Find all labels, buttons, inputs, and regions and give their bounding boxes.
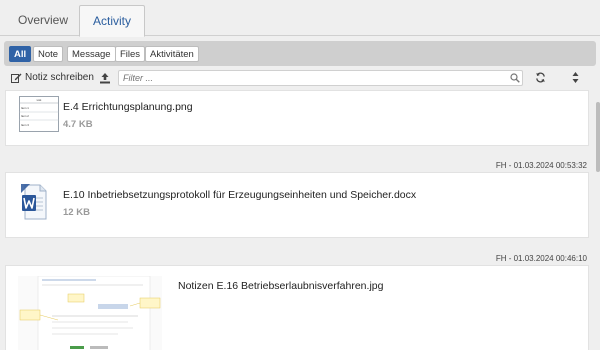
filter-files-button[interactable]: Files xyxy=(115,46,146,62)
file-size: 4.7 KB xyxy=(63,119,93,130)
image-thumbnail xyxy=(18,276,162,350)
scrollbar[interactable] xyxy=(596,90,600,350)
sort-icon[interactable] xyxy=(572,71,579,84)
write-note-label: Notiz schreiben xyxy=(25,72,94,83)
item-timestamp: FH - 01.03.2024 00:46:10 xyxy=(495,254,587,263)
filter-note-button[interactable]: Note xyxy=(33,46,64,62)
filter-activities-button[interactable]: Aktivitäten xyxy=(145,46,199,62)
word-document-icon xyxy=(21,184,47,220)
write-note-button[interactable]: Notiz schreiben xyxy=(11,72,94,83)
image-thumbnail: List Item 1 Item 2 Item 3 xyxy=(19,96,59,132)
activity-item[interactable]: List Item 1 Item 2 Item 3 E.4 Errichtung… xyxy=(5,90,589,146)
scrollbar-thumb[interactable] xyxy=(596,102,600,172)
tab-bar: Overview Activity xyxy=(0,0,600,37)
thumb-row: Item 1 xyxy=(21,106,29,110)
tab-overview[interactable]: Overview xyxy=(9,5,77,37)
file-name[interactable]: E.10 Inbetriebsetzungsprotokoll für Erze… xyxy=(63,189,416,201)
activity-item[interactable]: Notizen E.16 Betriebserlaubnisverfahren.… xyxy=(5,265,589,350)
search-icon xyxy=(510,73,520,83)
filter-input[interactable] xyxy=(118,70,523,86)
file-name[interactable]: Notizen E.16 Betriebserlaubnisverfahren.… xyxy=(178,280,383,292)
thumb-row: Item 3 xyxy=(21,123,29,127)
item-timestamp: FH - 01.03.2024 00:53:32 xyxy=(495,161,587,170)
file-size: 12 KB xyxy=(63,207,90,218)
activity-item[interactable]: E.10 Inbetriebsetzungsprotokoll für Erze… xyxy=(5,172,589,238)
refresh-icon[interactable] xyxy=(535,72,546,83)
filter-message-button[interactable]: Message xyxy=(67,46,116,62)
thumb-header: List xyxy=(37,98,42,102)
filter-bar: All Note Message Files Aktivitäten xyxy=(4,41,596,66)
file-name[interactable]: E.4 Errichtungsplanung.png xyxy=(63,101,193,113)
tab-activity[interactable]: Activity xyxy=(79,5,145,37)
upload-icon[interactable] xyxy=(99,72,111,84)
toolbar: Notiz schreiben xyxy=(0,68,600,88)
thumb-row: Item 2 xyxy=(21,114,29,118)
edit-icon xyxy=(11,73,22,83)
filter-all-button[interactable]: All xyxy=(9,46,32,62)
